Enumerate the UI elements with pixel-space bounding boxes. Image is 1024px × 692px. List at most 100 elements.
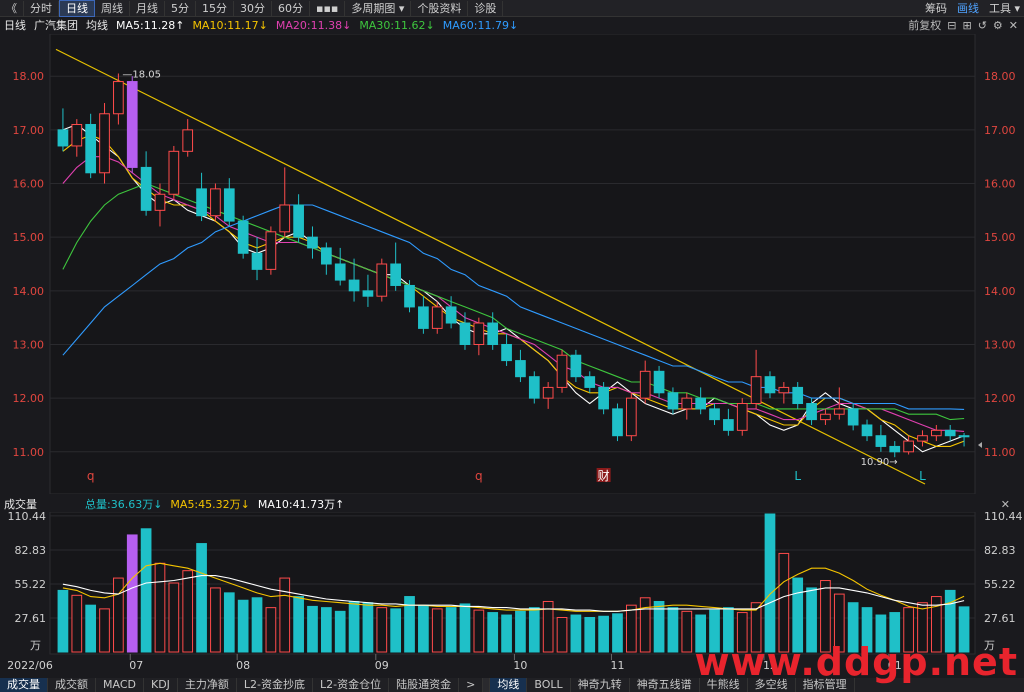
chip-button[interactable]: 筹码 <box>925 0 947 16</box>
volume-bar <box>168 582 180 653</box>
volume-y-tick-right: 55.22 <box>984 578 1016 591</box>
tab-volume[interactable]: 成交量 <box>0 678 48 692</box>
y-tick-label-left: 14.00 <box>13 285 45 298</box>
volume-bar <box>279 577 291 653</box>
volume-y-tick-right: 27.61 <box>984 612 1016 625</box>
volume-bar <box>85 604 97 653</box>
multi-period-dropdown[interactable]: 多周期图 ▾ <box>345 0 412 16</box>
candle-body <box>71 123 83 147</box>
tab-hk-connect[interactable]: 陆股通资金 <box>389 678 460 692</box>
volume-bar <box>681 610 693 653</box>
candle-body <box>140 166 152 211</box>
draw-line-button[interactable]: 画线 <box>957 0 979 16</box>
tabs-scroll-right[interactable]: > <box>459 678 484 692</box>
marker-3: L <box>794 469 801 483</box>
tab-turnover[interactable]: 成交额 <box>48 678 96 692</box>
zoom-in-icon[interactable]: ⊞ <box>962 19 971 32</box>
tab-kdj[interactable]: KDJ <box>144 678 178 692</box>
candle-body <box>723 419 734 431</box>
candle-body <box>778 386 790 394</box>
tab-15min[interactable]: 15分 <box>196 0 234 16</box>
y-tick-label-right: 15.00 <box>984 231 1016 244</box>
tab-l2-bottom[interactable]: L2-资金抄底 <box>237 678 314 692</box>
candle-body <box>279 204 291 233</box>
y-tick-label-left: 15.00 <box>13 231 45 244</box>
volume-bar <box>556 617 568 653</box>
x-tick-label: 09 <box>375 659 389 672</box>
candle-body <box>487 322 499 345</box>
candle-body <box>251 252 263 270</box>
volume-bar <box>182 570 194 653</box>
volume-bar <box>639 597 651 653</box>
volume-bar <box>764 513 776 653</box>
tab-monthly[interactable]: 月线 <box>130 0 165 16</box>
toolbar-right: 筹码 画线 工具 ▾ <box>915 0 1020 16</box>
tab-60min[interactable]: 60分 <box>272 0 310 16</box>
candle-body <box>307 236 318 249</box>
diagnose-button[interactable]: 诊股 <box>468 0 504 16</box>
candle-body <box>168 150 180 195</box>
marker-1: q <box>475 469 483 483</box>
tab-magic-nine[interactable]: 神奇九转 <box>571 678 630 692</box>
candle-body <box>126 81 138 168</box>
reset-icon[interactable]: ↺ <box>978 19 987 32</box>
volume-bar <box>459 603 471 653</box>
high-label: —18.05 <box>122 70 161 81</box>
candle-body <box>889 445 901 453</box>
period-label: 日线 <box>4 19 26 32</box>
candle-body <box>404 284 415 308</box>
tab-ma[interactable]: 均线 <box>490 678 528 692</box>
candle-body <box>418 306 429 329</box>
volume-y-tick-right: 82.83 <box>984 544 1016 557</box>
candle-body <box>736 403 748 431</box>
tab-intraday[interactable]: 分时 <box>24 0 59 16</box>
candle-body <box>348 279 360 292</box>
volume-bar <box>362 602 374 653</box>
tab-main-net[interactable]: 主力净额 <box>178 678 237 692</box>
tab-weekly[interactable]: 周线 <box>95 0 130 16</box>
candle-body <box>390 263 402 286</box>
stock-name: 广汽集团 <box>34 19 78 32</box>
y-tick-label-right: 13.00 <box>984 338 1016 351</box>
tab-magic-five[interactable]: 神奇五线谱 <box>630 678 700 692</box>
candle-body <box>833 408 845 415</box>
tab-30min[interactable]: 30分 <box>234 0 272 16</box>
kline-chart[interactable]: 18.00 18.00 17.00 17.00 16.00 16.00 15.00 15.00… <box>0 34 1024 494</box>
settings-icon[interactable]: ⚙ <box>993 19 1003 32</box>
adjust-mode-label[interactable]: 前复权 <box>908 17 941 33</box>
more-periods-button[interactable]: ▪▪▪ <box>310 0 346 16</box>
stock-profile-button[interactable]: 个股资料 <box>411 0 469 16</box>
volume-ma10: MA10:41.73万↑ <box>257 498 345 511</box>
close-volume-icon[interactable]: ✕ <box>1001 498 1010 511</box>
candle-body <box>445 306 457 324</box>
tab-macd[interactable]: MACD <box>96 678 144 692</box>
candle-body <box>792 386 804 405</box>
watermark-logo: www.ddgp.net <box>694 640 1018 684</box>
tab-l2-position[interactable]: L2-资金仓位 <box>313 678 390 692</box>
candle-body <box>930 429 942 437</box>
candle-body <box>265 231 277 270</box>
close-icon[interactable]: ✕ <box>1009 19 1018 32</box>
candle-body <box>556 354 568 388</box>
volume-total: 总量:36.63万↓ <box>85 498 163 511</box>
x-tick-label: 2022/06 <box>7 659 53 672</box>
candle-body <box>917 435 928 442</box>
candle-body <box>681 397 693 410</box>
ma-label[interactable]: 均线 <box>86 17 108 33</box>
tab-boll[interactable]: BOLL <box>527 678 571 692</box>
volume-bar <box>210 587 221 653</box>
x-tick-label: 08 <box>236 659 250 672</box>
volume-y-tick-left: 27.61 <box>15 612 47 625</box>
candle-body <box>667 392 679 410</box>
volume-bar <box>265 607 277 653</box>
zoom-out-icon[interactable]: ⊟ <box>947 19 956 32</box>
candle-body <box>875 435 887 447</box>
tools-dropdown[interactable]: 工具 ▾ <box>989 0 1020 16</box>
y-tick-label-right: 11.00 <box>984 446 1016 459</box>
volume-bar <box>140 528 152 653</box>
volume-bar <box>487 612 499 653</box>
candle-body <box>182 129 194 152</box>
tab-5min[interactable]: 5分 <box>165 0 196 16</box>
tab-daily[interactable]: 日线 <box>59 0 95 17</box>
back-icon[interactable]: 《 <box>0 0 24 16</box>
